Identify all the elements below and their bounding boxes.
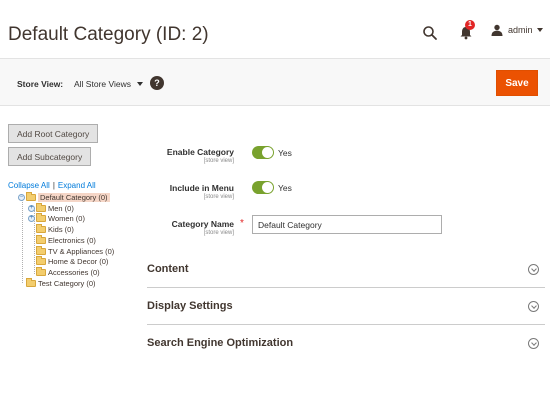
- folder-icon: [36, 202, 46, 212]
- include-in-menu-label: Include in Menu: [169, 183, 234, 193]
- chevron-down-icon: [536, 28, 543, 32]
- store-view-select[interactable]: All Store Views: [74, 79, 144, 89]
- folder-icon: [36, 255, 46, 265]
- enable-category-toggle[interactable]: [252, 146, 274, 159]
- enable-category-scope: [store view]: [203, 158, 234, 164]
- notification-count-badge: 1: [465, 20, 475, 30]
- category-name-label: Category Name: [171, 219, 234, 229]
- section-content[interactable]: Content: [147, 251, 545, 288]
- section-title: Search Engine Optimization: [147, 337, 294, 349]
- tree-node-test-category[interactable]: Test Category (0): [18, 277, 96, 288]
- tree-node-label: Men (0): [48, 203, 74, 213]
- user-menu[interactable]: admin: [491, 24, 543, 36]
- search-icon[interactable]: [422, 25, 438, 41]
- toggle-knob: [262, 182, 273, 193]
- include-in-menu-scope: [store view]: [203, 194, 234, 200]
- user-icon: [491, 24, 503, 36]
- tree-node-label: TV & Appliances (0): [48, 246, 115, 256]
- category-name-input[interactable]: [252, 215, 442, 234]
- tree-node-label: Women (0): [48, 213, 85, 223]
- include-in-menu-toggle[interactable]: [252, 181, 274, 194]
- tree-node-women[interactable]: + Women (0): [28, 212, 85, 223]
- expand-icon[interactable]: +: [28, 204, 35, 212]
- section-title: Display Settings: [147, 300, 233, 312]
- chevron-down-icon: [528, 338, 539, 349]
- tree-node-kids[interactable]: Kids (0): [28, 223, 74, 234]
- expand-all-link[interactable]: Expand All: [58, 181, 96, 190]
- tree-node-label: Kids (0): [48, 224, 74, 234]
- folder-icon: [36, 266, 46, 276]
- tree-controls: Collapse All | Expand All: [8, 181, 96, 190]
- add-root-category-button[interactable]: Add Root Category: [8, 124, 99, 143]
- page-title: Default Category (ID: 2): [8, 24, 209, 45]
- category-name-scope: [store view]: [203, 230, 234, 236]
- save-button[interactable]: Save: [496, 70, 538, 96]
- enable-category-label: Enable Category: [166, 147, 234, 157]
- help-icon[interactable]: ?: [150, 76, 164, 90]
- required-marker: *: [240, 218, 244, 229]
- tree-node-home-decor[interactable]: Home & Decor (0): [28, 255, 109, 266]
- folder-icon: [36, 212, 46, 222]
- tree-node-label: Accessories (0): [48, 267, 100, 277]
- folder-icon: [36, 245, 46, 255]
- tree-node-men[interactable]: + Men (0): [28, 202, 74, 213]
- include-in-menu-value: Yes: [278, 183, 292, 193]
- section-display-settings[interactable]: Display Settings: [147, 288, 545, 325]
- tree-node-tv-appliances[interactable]: TV & Appliances (0): [28, 245, 115, 256]
- toggle-knob: [262, 147, 273, 158]
- tree-node-label: Test Category (0): [38, 278, 96, 288]
- folder-icon: [36, 223, 46, 233]
- tree-node-default-category[interactable]: − Default Category (0): [18, 191, 110, 202]
- store-view-label: Store View:: [17, 79, 64, 89]
- chevron-down-icon: [137, 82, 144, 86]
- tree-links-separator: |: [52, 181, 55, 190]
- collapse-all-link[interactable]: Collapse All: [8, 181, 50, 190]
- tree-node-accessories[interactable]: Accessories (0): [28, 266, 100, 277]
- section-title: Content: [147, 263, 189, 275]
- enable-category-value: Yes: [278, 148, 292, 158]
- chevron-down-icon: [528, 264, 539, 275]
- expand-icon[interactable]: +: [28, 214, 35, 222]
- folder-icon: [26, 191, 36, 201]
- tree-node-label: Default Category (0): [38, 192, 110, 202]
- store-view-bar: Store View: All Store Views ? Save: [0, 58, 550, 106]
- username: admin: [508, 25, 533, 35]
- folder-icon: [36, 234, 46, 244]
- folder-icon: [26, 277, 36, 287]
- tree-node-label: Electronics (0): [48, 235, 96, 245]
- store-view-value: All Store Views: [74, 79, 132, 89]
- collapse-icon[interactable]: −: [18, 193, 25, 201]
- add-subcategory-button[interactable]: Add Subcategory: [8, 147, 92, 166]
- chevron-down-icon: [528, 301, 539, 312]
- section-seo[interactable]: Search Engine Optimization: [147, 325, 545, 362]
- tree-node-electronics[interactable]: Electronics (0): [28, 234, 96, 245]
- notifications-button[interactable]: 1: [459, 20, 475, 41]
- tree-node-label: Home & Decor (0): [48, 256, 109, 266]
